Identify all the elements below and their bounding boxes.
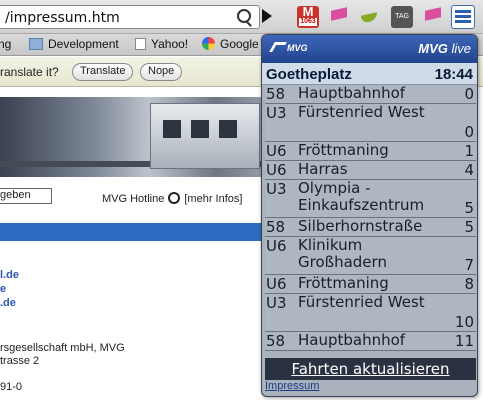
go-icon[interactable] — [262, 9, 272, 23]
departure-row: U6 Harras 4 — [265, 161, 476, 180]
contact-link[interactable]: .de — [0, 296, 19, 310]
bowl-extension-icon[interactable] — [358, 6, 380, 28]
line-number: 58 — [266, 85, 286, 103]
gmail-count: 1063 — [299, 18, 317, 26]
minutes: 5 — [464, 199, 474, 217]
minutes: 11 — [454, 332, 474, 350]
bookmark-item[interactable]: ng — [0, 37, 11, 51]
line-number: U6 — [266, 275, 287, 293]
browser-toolbar: /impressum.htm M 1063 TAG — [0, 0, 483, 34]
departure-row: U3 Fürstenried West 0 — [265, 104, 476, 142]
line-number: U3 — [266, 294, 287, 312]
bookmark-label: Yahoo! — [151, 37, 189, 51]
logo-text: MVG — [287, 43, 308, 53]
line-number: U3 — [266, 180, 287, 198]
contact-link[interactable]: e — [0, 282, 19, 296]
nope-button[interactable]: Nope — [140, 63, 183, 81]
departure-row: U3 Fürstenried West 10 — [265, 294, 476, 332]
line-number: 58 — [266, 218, 286, 236]
address-bar[interactable]: /impressum.htm — [0, 5, 260, 29]
mvg-extension-icon[interactable] — [451, 5, 475, 29]
destination: Silberhornstraße — [298, 217, 423, 235]
folder-icon — [29, 38, 43, 50]
contact-link[interactable]: l.de — [0, 268, 19, 282]
translate-question: ranslate it? — [0, 65, 59, 79]
bookmark-label: Google — [220, 37, 259, 51]
destination: Fürstenried West — [298, 103, 425, 121]
hotline-label: MVG Hotline — [102, 193, 165, 205]
minutes: 1 — [464, 142, 474, 160]
google-icon — [202, 37, 215, 50]
minutes: 10 — [454, 313, 474, 331]
popup-header: MVG MVG live — [262, 35, 477, 63]
minutes: 5 — [464, 218, 474, 236]
destination: Hauptbahnhof — [298, 331, 406, 349]
more-info-link[interactable]: [mehr Infos] — [184, 193, 242, 205]
search-field[interactable]: geben — [0, 188, 52, 204]
destination: Fürstenried West — [298, 293, 425, 311]
station-name: Goetheplatz — [266, 66, 352, 83]
translate-button[interactable]: Translate — [72, 63, 134, 81]
mvg-chevron-icon — [269, 42, 287, 52]
departure-row: U6 Fröttmaning 1 — [265, 142, 476, 161]
destination: Fröttmaning — [298, 274, 389, 292]
pink-flag-extension-icon[interactable] — [422, 6, 444, 28]
current-time: 18:44 — [434, 66, 473, 83]
departure-row: 58 Hauptbahnhof 0 — [265, 85, 476, 104]
bookmark-label: Development — [48, 37, 119, 51]
minutes: 0 — [464, 85, 474, 103]
departure-row: 58 Silberhornstraße 5 — [265, 218, 476, 237]
refresh-button[interactable]: Fahrten aktualisieren — [265, 358, 476, 380]
contact-links: l.de e .de — [0, 268, 19, 310]
bookmark-development[interactable]: Development — [29, 37, 119, 51]
departure-list: 58 Hauptbahnhof 0 U3 Fürstenried West 0 U6 Fröt… — [265, 85, 476, 351]
minutes: 0 — [464, 123, 474, 141]
title-text: MVG — [418, 41, 448, 56]
address-line: 91-0 — [0, 381, 23, 393]
destination: Hauptbahnhof — [298, 84, 406, 102]
station-header: Goetheplatz 18:44 — [262, 63, 477, 85]
address-line: trasse 2 — [0, 355, 40, 367]
impressum-link[interactable]: Impressum — [265, 380, 319, 392]
page-icon — [135, 38, 146, 50]
line-number: U6 — [266, 237, 287, 255]
hotline-info: MVG Hotline [mehr Infos] — [102, 192, 242, 205]
mvg-logo: MVG — [269, 42, 308, 56]
title-suffix: live — [451, 41, 471, 56]
flag-extension-icon[interactable] — [328, 6, 350, 28]
minutes: 8 — [464, 275, 474, 293]
minutes: 4 — [464, 161, 474, 179]
departure-row: U3 Olympia - Einkaufszentrum 5 — [265, 180, 476, 218]
destination: Klinikum Großhadern — [298, 236, 387, 271]
departure-row: 58 Hauptbahnhof 11 — [265, 332, 476, 351]
line-number: U6 — [266, 161, 287, 179]
bookmark-google[interactable]: Google — [202, 37, 259, 51]
departure-row: U6 Klinikum Großhadern 7 — [265, 237, 476, 275]
tag-extension-label: TAG — [395, 13, 409, 20]
nav-bar — [0, 223, 270, 241]
phone-icon — [168, 192, 181, 204]
bookmark-label: ng — [0, 37, 12, 51]
line-number: U6 — [266, 142, 287, 160]
bookmark-yahoo[interactable]: Yahoo! — [135, 37, 188, 51]
destination: Harras — [298, 160, 348, 178]
gmail-badge: M — [302, 4, 314, 19]
departure-row: U6 Fröttmaning 8 — [265, 275, 476, 294]
address-block: rsgesellschaft mbH, MVG trasse 2 91-0 — [0, 342, 125, 394]
mvg-live-popup: MVG MVG live Goetheplatz 18:44 58 Hauptba… — [261, 34, 478, 397]
destination: Olympia - Einkaufszentrum — [298, 179, 425, 214]
line-number: 58 — [266, 332, 286, 350]
gmail-notifier-icon[interactable]: M 1063 — [297, 4, 319, 28]
header-banner-image — [0, 97, 270, 177]
popup-title: MVG live — [418, 41, 471, 56]
line-number: U3 — [266, 104, 287, 122]
address-line: rsgesellschaft mbH, MVG — [0, 342, 125, 354]
address-line — [0, 368, 125, 381]
url-text[interactable]: /impressum.htm — [5, 10, 120, 26]
search-icon[interactable] — [237, 9, 251, 23]
minutes: 7 — [464, 256, 474, 274]
destination: Fröttmaning — [298, 141, 389, 159]
tag-extension-icon[interactable]: TAG — [391, 6, 413, 28]
